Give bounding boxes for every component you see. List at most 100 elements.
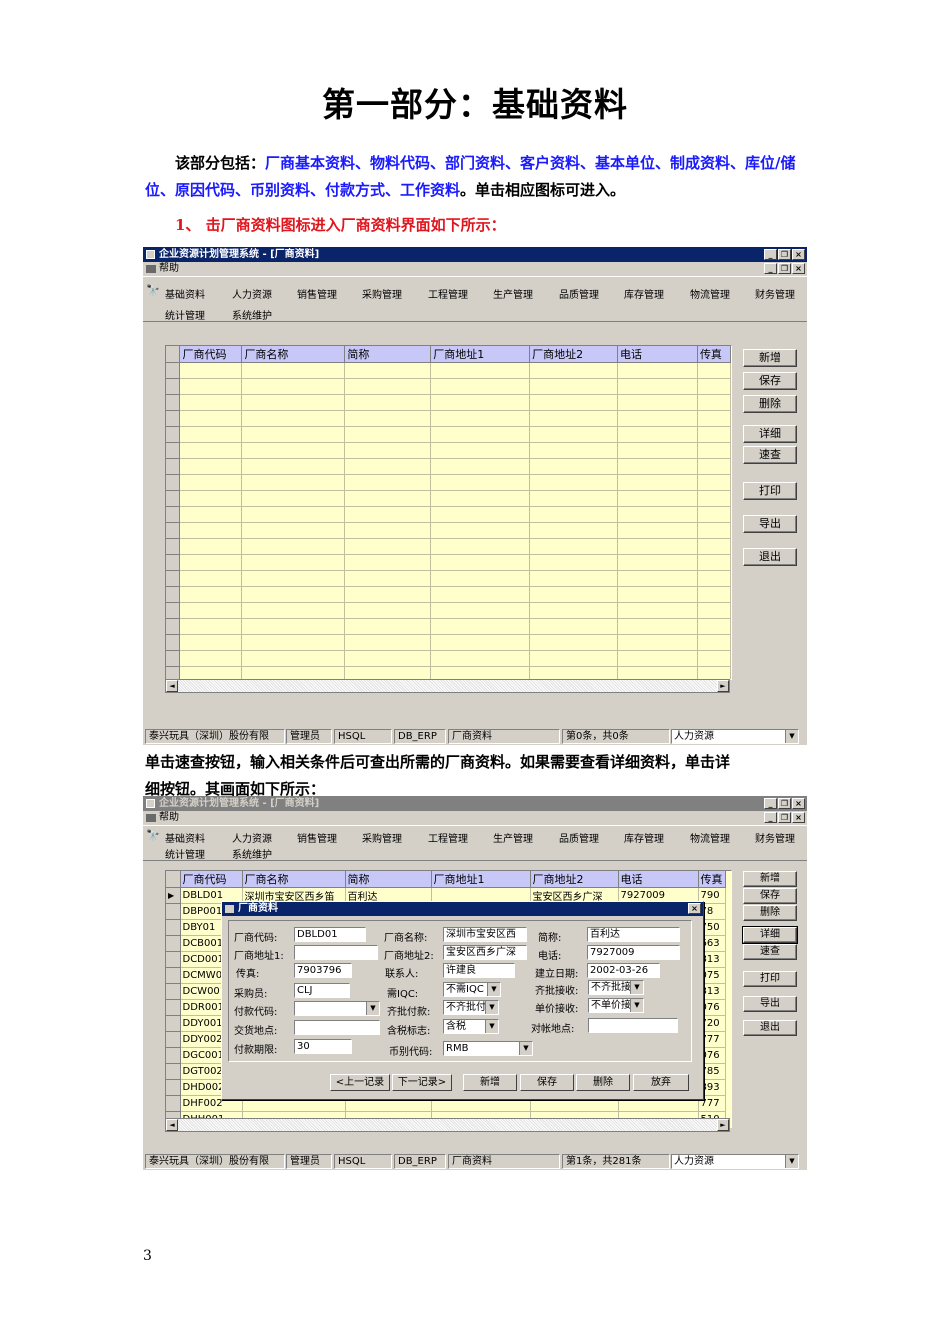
dialog-add-button[interactable]: 新增 <box>463 1074 517 1091</box>
table-cell[interactable] <box>241 538 346 555</box>
table-cell[interactable] <box>179 586 243 603</box>
row-indicator[interactable] <box>166 967 181 984</box>
dialog-cancel-button[interactable]: 放弃 <box>633 1074 689 1091</box>
table-cell[interactable] <box>697 474 731 491</box>
table-cell[interactable] <box>179 650 243 667</box>
table-cell[interactable] <box>430 522 531 539</box>
quick-search-button[interactable]: 速查 <box>743 446 797 464</box>
table-row[interactable] <box>166 394 731 411</box>
row-indicator[interactable] <box>166 935 181 952</box>
scroll-left-icon[interactable]: ◄ <box>166 680 178 692</box>
row-indicator[interactable] <box>166 1015 181 1032</box>
module-select[interactable]: 人力资源 ▼ <box>671 729 799 744</box>
col-vendor-name[interactable]: 厂商名称 <box>241 346 346 363</box>
table-cell[interactable] <box>241 618 346 635</box>
table-cell[interactable] <box>430 394 531 411</box>
table-cell[interactable] <box>697 618 731 635</box>
table-cell[interactable] <box>344 538 432 555</box>
child-close-icon[interactable]: × <box>792 263 805 274</box>
tax-flag-select[interactable]: 含税 ▼ <box>443 1019 499 1034</box>
add-button[interactable]: 新增 <box>743 349 797 367</box>
address-2-field[interactable]: 宝安区西乡广深 <box>443 945 527 960</box>
tool-engineering[interactable]: 工程管理 <box>428 830 468 845</box>
delete-button[interactable]: 删除 <box>743 905 797 921</box>
iqc-select[interactable]: 不需IQC ▼ <box>443 982 501 997</box>
table-cell[interactable] <box>344 410 432 427</box>
row-indicator[interactable] <box>166 634 181 651</box>
table-row[interactable] <box>166 650 731 667</box>
tool-sales[interactable]: 销售管理 <box>297 286 337 301</box>
table-cell[interactable] <box>344 570 432 587</box>
vendor-grid[interactable]: 厂商代码 厂商名称 简称 厂商地址1 厂商地址2 电话 传真 <box>165 345 732 680</box>
payment-terms-field[interactable]: 30 <box>294 1039 352 1054</box>
table-cell[interactable] <box>697 650 731 667</box>
buyer-field[interactable]: CLJ <box>294 983 350 998</box>
table-cell[interactable] <box>697 458 731 475</box>
tool-hr[interactable]: 人力资源 <box>232 286 272 301</box>
table-cell[interactable] <box>529 634 619 651</box>
chevron-down-icon[interactable]: ▼ <box>487 983 500 996</box>
table-cell[interactable] <box>430 426 531 443</box>
save-button[interactable]: 保存 <box>743 888 797 904</box>
table-cell[interactable] <box>617 442 698 459</box>
table-cell[interactable] <box>617 538 698 555</box>
module-select[interactable]: 人力资源 ▼ <box>671 1154 799 1169</box>
table-cell[interactable] <box>179 634 243 651</box>
table-cell[interactable] <box>617 570 698 587</box>
table-cell[interactable] <box>344 618 432 635</box>
table-cell[interactable] <box>179 426 243 443</box>
table-cell[interactable] <box>430 618 531 635</box>
row-indicator[interactable] <box>166 522 181 539</box>
table-cell[interactable] <box>529 538 619 555</box>
row-indicator[interactable] <box>166 1031 181 1048</box>
table-cell[interactable] <box>241 554 346 571</box>
tool-inventory[interactable]: 库存管理 <box>624 286 664 301</box>
table-row[interactable] <box>166 490 731 507</box>
delete-button[interactable]: 删除 <box>743 395 797 413</box>
col-address-1[interactable]: 厂商地址1 <box>431 871 531 888</box>
add-button[interactable]: 新增 <box>743 871 797 887</box>
row-indicator[interactable] <box>166 378 181 395</box>
print-button[interactable]: 打印 <box>743 482 797 500</box>
table-row[interactable] <box>166 522 731 539</box>
close-icon[interactable]: × <box>792 249 805 260</box>
table-cell[interactable] <box>529 458 619 475</box>
table-cell[interactable] <box>344 586 432 603</box>
vendor-code-field[interactable]: DBLD01 <box>294 927 366 942</box>
export-button[interactable]: 导出 <box>743 996 797 1012</box>
table-cell[interactable] <box>241 522 346 539</box>
table-cell[interactable] <box>430 490 531 507</box>
table-cell[interactable] <box>617 426 698 443</box>
table-cell[interactable] <box>697 362 731 379</box>
table-cell[interactable] <box>430 554 531 571</box>
chevron-down-icon[interactable]: ▼ <box>785 1155 798 1168</box>
table-cell[interactable] <box>344 378 432 395</box>
table-cell[interactable] <box>617 618 698 635</box>
table-cell[interactable] <box>430 586 531 603</box>
table-cell[interactable] <box>529 586 619 603</box>
table-row[interactable] <box>166 538 731 555</box>
tool-basic-data[interactable]: 基础资料 <box>165 286 205 301</box>
table-cell[interactable] <box>697 554 731 571</box>
table-row[interactable] <box>166 570 731 587</box>
table-cell[interactable] <box>179 570 243 587</box>
table-cell[interactable] <box>697 602 731 619</box>
table-row[interactable] <box>166 410 731 427</box>
table-cell[interactable] <box>697 538 731 555</box>
table-cell[interactable] <box>697 586 731 603</box>
table-cell[interactable] <box>430 666 531 679</box>
table-cell[interactable] <box>529 490 619 507</box>
short-name-field[interactable]: 百利达 <box>587 927 680 942</box>
col-fax[interactable]: 传真 <box>698 871 726 888</box>
row-indicator[interactable] <box>166 474 181 491</box>
col-address-2[interactable]: 厂商地址2 <box>530 871 619 888</box>
table-cell[interactable] <box>344 522 432 539</box>
table-cell[interactable] <box>179 618 243 635</box>
table-row[interactable] <box>166 618 731 635</box>
table-cell[interactable] <box>529 442 619 459</box>
table-cell[interactable] <box>617 554 698 571</box>
row-indicator[interactable] <box>166 1047 181 1064</box>
contact-field[interactable]: 许建良 <box>443 963 515 978</box>
row-indicator[interactable] <box>166 919 181 936</box>
child-minimize-icon[interactable]: _ <box>764 263 777 274</box>
